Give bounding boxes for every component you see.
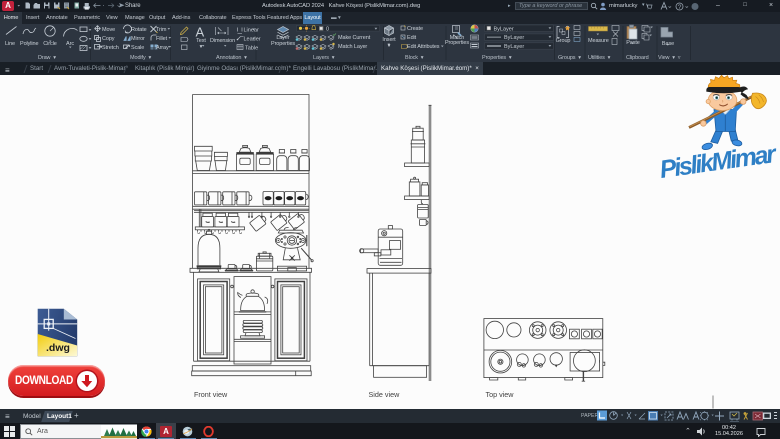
svg-text:Linear: Linear <box>244 28 259 34</box>
svg-text:PislikMimar: PislikMimar <box>658 140 779 184</box>
svg-text:ByLayer: ByLayer <box>504 35 524 41</box>
svg-text:?: ? <box>678 4 682 11</box>
svg-text:.dwg: .dwg <box>46 342 70 354</box>
svg-text:0: 0 <box>326 26 329 32</box>
svg-text:ByLayer: ByLayer <box>494 26 514 32</box>
svg-text:Table: Table <box>245 46 258 52</box>
svg-text:ByLayer: ByLayer <box>504 44 524 50</box>
svg-text:Leader: Leader <box>244 37 261 43</box>
